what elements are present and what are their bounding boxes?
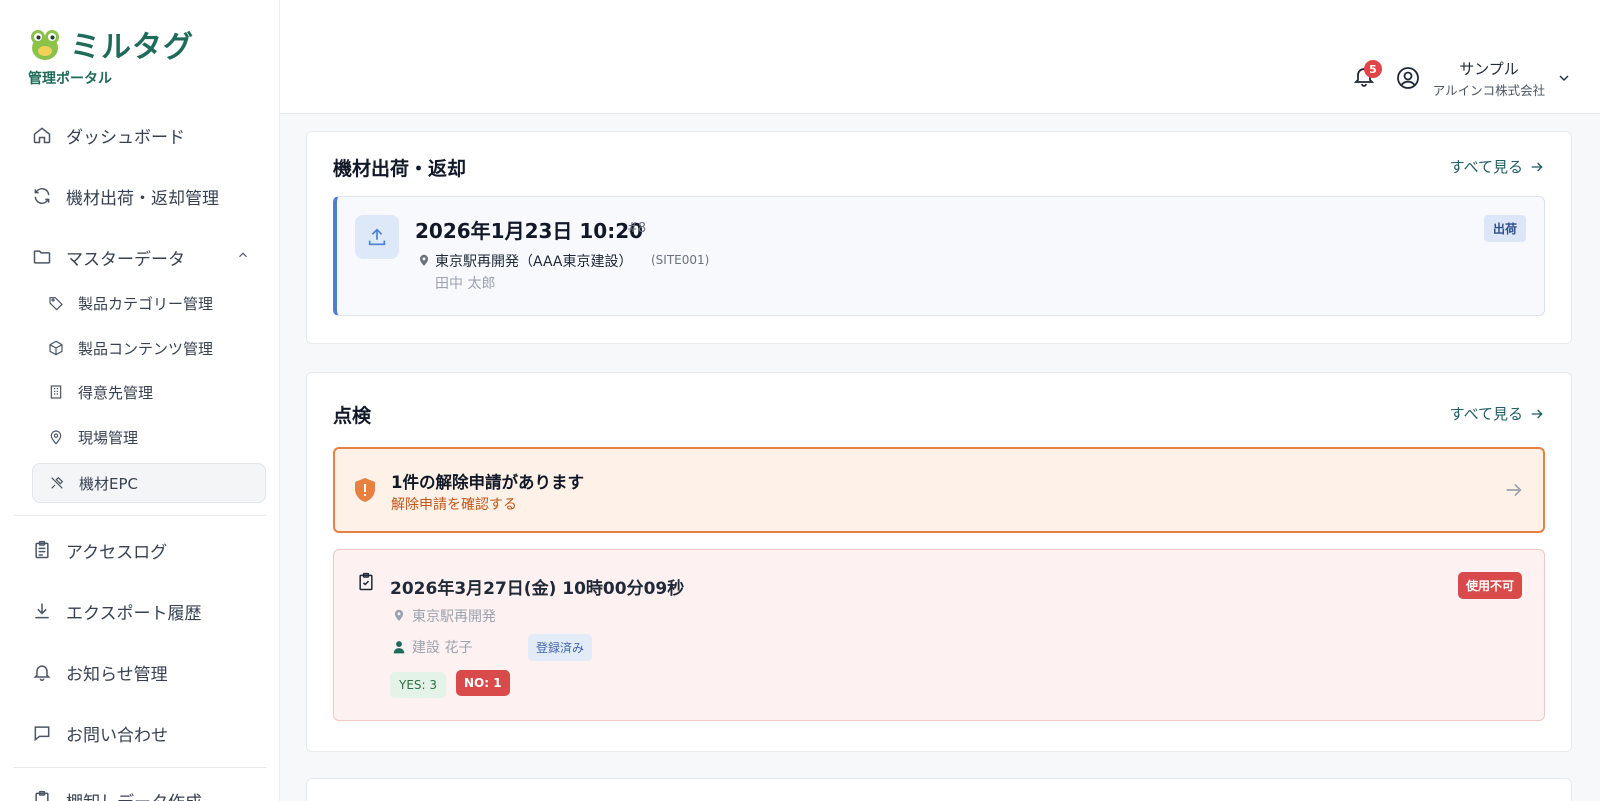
unusable-status-badge: 使用不可 [1457,572,1522,599]
shield-alert-icon [355,478,375,502]
arrow-right-icon [1531,409,1543,418]
shipment-record[interactable]: 2026年1月23日 10:20 #8 東京駅再開発（AAA東京建設） (SIT… [333,196,1545,316]
portal-subtitle: 管理ポータル [28,71,112,87]
sidebar-item-master-data[interactable]: マスターデータ [18,237,268,277]
sidebar-item-label: エクスポート履歴 [66,603,202,624]
sidebar-item-label: 機材出荷・返却管理 [66,188,219,209]
tag-icon [48,295,64,311]
sidebar-item-access-log[interactable]: アクセスログ [18,530,268,570]
sidebar-item-label: アクセスログ [66,542,168,563]
arrow-right-icon [1506,483,1522,497]
inspection-card: 点検 すべて見る 1件の解除申請があります 解除申請を確認する 2026年3月2… [306,372,1572,752]
sidebar-divider [14,767,266,768]
sidebar-divider [14,515,266,516]
sidebar-subitem-label: 製品カテゴリー管理 [78,294,214,313]
map-pin-icon [394,609,404,621]
sidebar-item-contact[interactable]: お問い合わせ [18,713,268,753]
sidebar-subitem-label: 現場管理 [78,428,139,447]
yes-count-badge: YES: 3 [390,672,447,698]
clipboard-check-icon [359,572,373,591]
shipment-datetime: 2026年1月23日 10:20 [415,219,644,243]
shipments-see-all-link[interactable]: すべて見る [1450,156,1545,177]
sidebar-subitem-label: 得意先管理 [78,383,154,402]
inspection-title: 点検 [333,405,372,427]
folder-icon [32,247,52,267]
next-card [306,778,1572,801]
upload-icon [355,215,399,259]
sidebar-item-inventory-data[interactable]: 棚卸しデータ作成 [18,780,268,801]
shipment-site-code: (SITE001) [651,253,710,267]
see-all-label: すべて見る [1449,405,1523,423]
sidebar: ミルタグ 管理ポータル ダッシュボード 機材出荷・返却管理 マスターデータ 製品… [0,0,280,801]
sidebar-subitem-label: 機材EPC [79,474,138,493]
mascot-logo-icon [31,30,59,60]
sidebar-item-label: ダッシュボード [66,127,185,148]
logo[interactable]: ミルタグ 管理ポータル [26,22,194,88]
download-icon [32,601,52,621]
inspection-site: 東京駅再開発 [412,609,496,625]
shipment-person: 田中 太郎 [435,276,496,292]
alert-title: 1件の解除申請があります [391,473,584,492]
alert-link[interactable]: 解除申請を確認する [391,494,517,514]
inspection-see-all-link[interactable]: すべて見る [1450,403,1545,424]
shipments-title: 機材出荷・返却 [333,158,467,180]
sidebar-subitem-product-content[interactable]: 製品コンテンツ管理 [32,328,266,368]
no-count-badge: NO: 1 [456,670,510,696]
sidebar-subitem-customers[interactable]: 得意先管理 [32,372,266,412]
see-all-label: すべて見る [1449,158,1523,176]
map-pin-icon [419,254,429,266]
top-header [280,0,1600,114]
sidebar-item-dashboard[interactable]: ダッシュボード [18,115,268,155]
user-icon [393,641,405,654]
sidebar-item-notices[interactable]: お知らせ管理 [18,652,268,692]
chevron-down-icon[interactable] [1556,70,1572,86]
notification-count-badge: 5 [1364,60,1382,78]
clipboard-icon [32,540,52,560]
shipment-number: #8 [627,221,647,236]
sidebar-item-label: 棚卸しデータ作成 [66,788,202,801]
refresh-icon [32,186,52,206]
sidebar-item-shipments[interactable]: 機材出荷・返却管理 [18,176,268,216]
shipment-site: 東京駅再開発（AAA東京建設） [435,254,633,270]
chevron-up-icon[interactable] [236,247,250,267]
box-icon [48,340,64,356]
sidebar-subitem-sites[interactable]: 現場管理 [32,417,266,457]
shipments-card: 機材出荷・返却 すべて見る 2026年1月23日 10:20 #8 東京駅再開発… [306,131,1572,344]
bell-icon [32,662,52,682]
sidebar-subitem-label: 製品コンテンツ管理 [78,339,214,358]
inspection-datetime: 2026年3月27日(金) 10時00分09秒 [390,579,685,599]
registration-status-badge: 登録済み [528,634,593,661]
sidebar-item-label: マスターデータ [66,249,185,270]
release-request-alert[interactable]: 1件の解除申請があります 解除申請を確認する [333,447,1545,533]
building-icon [48,384,64,400]
sidebar-subitem-product-category[interactable]: 製品カテゴリー管理 [32,283,266,323]
logo-text: ミルタグ [70,30,194,65]
sidebar-item-export-history[interactable]: エクスポート履歴 [18,591,268,631]
inspection-record[interactable]: 2026年3月27日(金) 10時00分09秒 東京駅再開発 建設 花子 登録済… [333,549,1545,721]
sidebar-subitem-equipment-epc[interactable]: 機材EPC [32,463,266,503]
shipment-type-badge: 出荷 [1483,215,1526,242]
clipboard-icon [32,790,52,801]
tools-icon [49,475,65,491]
chat-icon [32,723,52,743]
arrow-right-icon [1531,162,1543,171]
home-icon [32,125,52,145]
user-name[interactable]: サンプル [1430,58,1548,79]
inspection-person: 建設 花子 [412,640,473,656]
sidebar-item-label: お問い合わせ [66,725,168,746]
map-pin-icon [48,429,64,445]
user-company: アルインコ株式会社 [1432,83,1546,98]
user-circle-icon[interactable] [1396,66,1420,90]
sidebar-item-label: お知らせ管理 [66,664,168,685]
